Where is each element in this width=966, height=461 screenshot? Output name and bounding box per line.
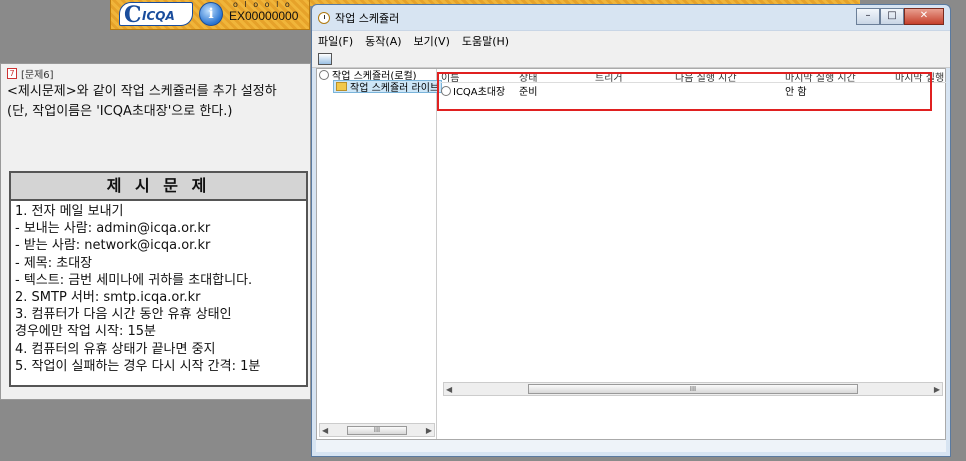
menu-view[interactable]: 보기(V) — [414, 33, 450, 49]
exam-dots: o l o o l o — [233, 0, 292, 9]
task-name: ICQA초대장 — [453, 86, 506, 98]
problem-item: - 받는 사람: network@icqa.or.kr — [15, 238, 211, 254]
task-scheduler-window: 작업 스케쥴러 – □ ✕ 파일(F) 동작(A) 보기(V) 도움말(H) 작… — [311, 4, 951, 457]
folder-icon — [336, 82, 347, 91]
problem-box: 제 시 문 제 1. 전자 메일 보내기 - 보내는 사람: admin@icq… — [9, 171, 308, 387]
question-panel: 7 [문제6] <제시문제>와 같이 작업 스케쥴러를 추가 설정하 (단, 작… — [0, 63, 311, 400]
task-list: 이름 상태 트리거 다음 실행 시간 마지막 실행 시간 마지막 실행 ICQA… — [441, 69, 946, 399]
window-controls: – □ ✕ — [856, 8, 944, 25]
problem-item: 5. 작업이 실패하는 경우 다시 시작 간격: 1분 — [15, 358, 261, 374]
column-header-name[interactable]: 이름 — [441, 69, 519, 82]
window-title: 작업 스케쥴러 — [335, 11, 400, 25]
scroll-thumb[interactable]: III — [528, 384, 858, 394]
properties-icon[interactable] — [318, 52, 332, 65]
menu-help[interactable]: 도움말(H) — [462, 33, 509, 49]
clock-icon — [319, 69, 329, 80]
problem-item: 2. SMTP 서버: smtp.icqa.or.kr — [15, 290, 201, 306]
task-name-cell: ICQA초대장 — [441, 83, 519, 98]
status-bar — [316, 440, 946, 452]
toolbar — [312, 50, 950, 68]
tree-library-label: 작업 스케쥴러 라이브 — [350, 83, 440, 94]
maximize-button[interactable]: □ — [880, 8, 904, 25]
column-header-trigger[interactable]: 트리거 — [595, 69, 675, 82]
table-row[interactable]: ICQA초대장 준비 안 함 — [441, 83, 946, 98]
question-title: [문제6] — [21, 69, 54, 81]
logo-mark: C — [124, 2, 142, 28]
task-status: 준비 — [519, 86, 538, 98]
menu-action[interactable]: 동작(A) — [365, 33, 401, 49]
problem-box-title: 제 시 문 제 — [11, 173, 306, 201]
title-bar[interactable]: 작업 스케쥴러 – □ ✕ — [312, 5, 950, 30]
menu-bar: 파일(F) 동작(A) 보기(V) 도움말(H) — [312, 30, 950, 50]
scroll-right-icon[interactable]: ▶ — [934, 385, 940, 394]
tree-item-library[interactable]: 작업 스케쥴러 라이브 — [333, 80, 443, 94]
icqa-logo: C ICQA — [119, 2, 193, 26]
problem-item: 1. 전자 메일 보내기 — [15, 204, 124, 219]
scroll-thumb[interactable]: III — [347, 425, 407, 435]
column-header-status[interactable]: 상태 — [519, 69, 595, 82]
list-horizontal-scrollbar[interactable]: ◀ III ▶ — [443, 382, 943, 396]
tree-horizontal-scrollbar[interactable]: ◀ III ▶ — [319, 423, 435, 437]
question-title-bar: 7 [문제6] — [1, 64, 310, 82]
problem-item: 4. 컴퓨터의 유휴 상태가 끝나면 중지 — [15, 341, 216, 357]
question-line-2: (단, 작업이름은 'ICQA초대장'으로 한다.) — [7, 104, 233, 119]
minimize-button[interactable]: – — [856, 8, 880, 25]
problem-items: 1. 전자 메일 보내기 - 보내는 사람: admin@icqa.or.kr … — [11, 201, 306, 377]
scroll-right-icon[interactable]: ▶ — [426, 426, 432, 435]
navigation-tree: 작업 스케쥴러(로컬) 작업 스케쥴러 라이브 ◀ III ▶ — [317, 69, 443, 439]
logo-text: ICQA — [142, 9, 175, 23]
problem-item: - 텍스트: 금번 세미나에 귀하를 초대합니다. — [15, 272, 253, 288]
content-area: 작업 스케쥴러(로컬) 작업 스케쥴러 라이브 ◀ III ▶ 이름 상태 트리… — [316, 68, 946, 440]
question-icon: 7 — [7, 67, 17, 79]
problem-item: 3. 컴퓨터가 다음 시간 동안 유휴 상태인 — [15, 307, 232, 323]
scroll-left-icon[interactable]: ◀ — [322, 426, 328, 435]
scroll-left-icon[interactable]: ◀ — [446, 385, 452, 394]
problem-item: 경우에만 작업 시작: 15분 — [15, 324, 156, 340]
problem-item: - 보내는 사람: admin@icqa.or.kr — [15, 221, 211, 237]
close-button[interactable]: ✕ — [904, 8, 944, 25]
exam-banner: C ICQA i o l o o l o EX00000000 — [110, 0, 310, 30]
task-list-header: 이름 상태 트리거 다음 실행 시간 마지막 실행 시간 마지막 실행 — [441, 69, 946, 83]
menu-file[interactable]: 파일(F) — [318, 33, 353, 49]
column-header-last-run[interactable]: 마지막 실행 시간 — [785, 69, 895, 82]
clock-icon — [318, 11, 330, 24]
info-icon[interactable]: i — [199, 2, 223, 26]
problem-item: - 제목: 초대장 — [15, 255, 93, 271]
exam-code: EX00000000 — [229, 9, 299, 23]
question-line-1: <제시문제>와 같이 작업 스케쥴러를 추가 설정하 — [7, 84, 277, 99]
clock-icon — [441, 85, 451, 96]
column-header-last-result[interactable]: 마지막 실행 — [895, 69, 946, 82]
task-last-run: 안 함 — [785, 86, 807, 98]
column-header-next-run[interactable]: 다음 실행 시간 — [675, 69, 785, 82]
